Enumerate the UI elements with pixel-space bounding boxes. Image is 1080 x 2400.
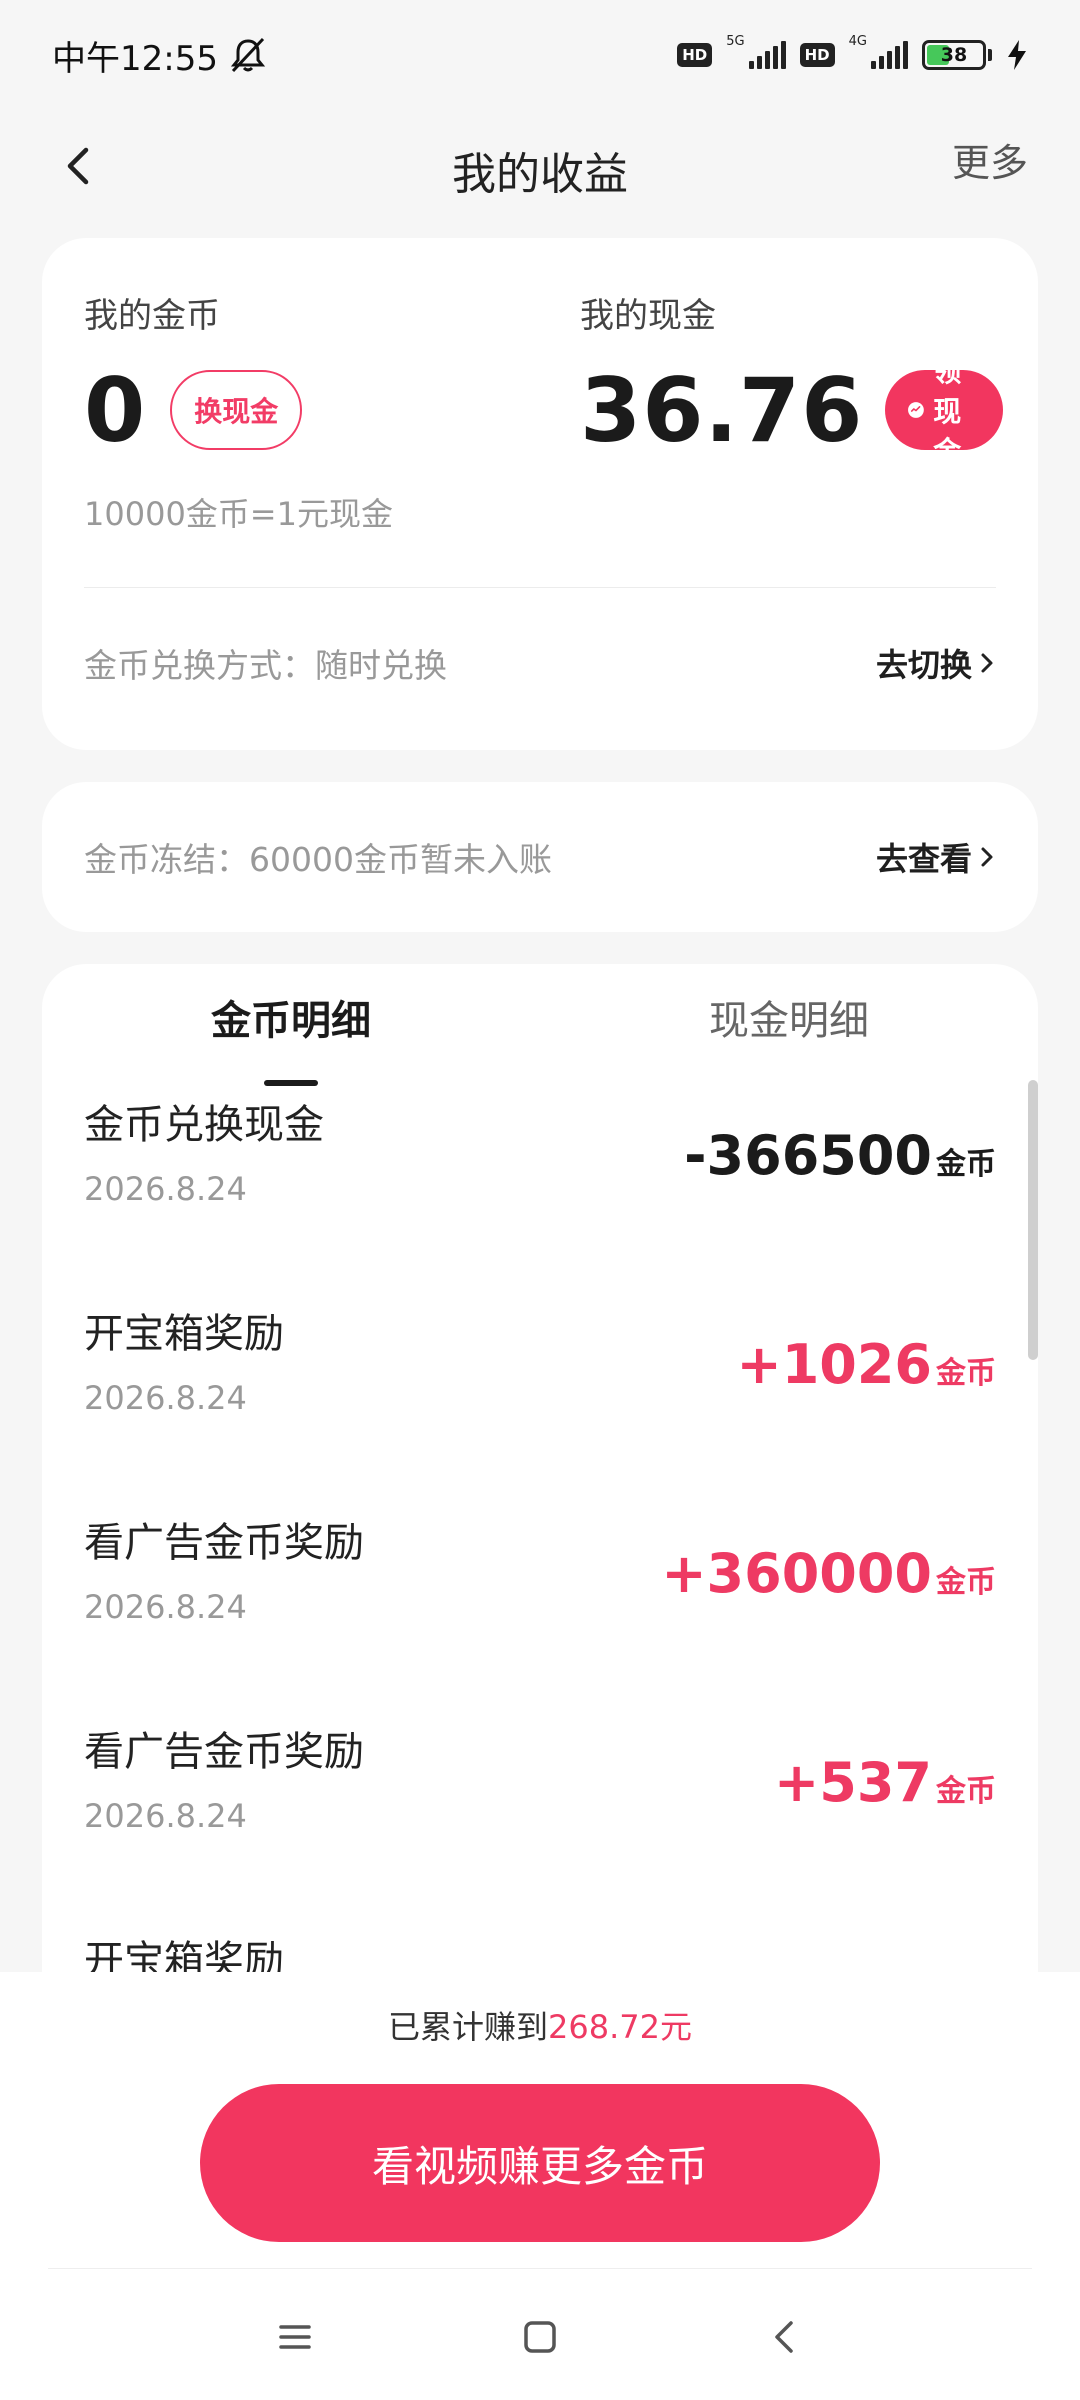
cash-value: 36.76 bbox=[580, 358, 864, 462]
record-amount-value: +360000 bbox=[661, 1542, 932, 1605]
record-date: 2026.8.24 bbox=[84, 1797, 247, 1835]
menu-button[interactable] bbox=[260, 2302, 330, 2372]
view-frozen-label: 去查看 bbox=[875, 840, 972, 878]
list-item[interactable]: 金币兑换现金 2026.8.24 -366500 金币 bbox=[42, 1084, 1038, 1293]
record-title: 看广告金币奖励 bbox=[84, 1729, 364, 1775]
more-button[interactable]: 更多 bbox=[952, 132, 1028, 187]
tab-cash-details[interactable]: 现金明细 bbox=[540, 988, 1038, 1084]
total-earned: 已累计赚到268.72元 bbox=[0, 2002, 1080, 2048]
status-bar: 中午12:55 HD 5G HD 4G 38 bbox=[0, 0, 1080, 110]
divider bbox=[48, 2268, 1032, 2269]
exchange-cash-button[interactable]: 换现金 bbox=[170, 370, 303, 450]
coins-label: 我的金币 bbox=[84, 296, 220, 336]
back-nav-button[interactable] bbox=[750, 2302, 820, 2372]
switch-mode-link[interactable]: 去切换 bbox=[876, 640, 996, 686]
record-title: 金币兑换现金 bbox=[84, 1102, 324, 1148]
tab-coin-details[interactable]: 金币明细 bbox=[42, 988, 540, 1086]
chevron-left-icon bbox=[775, 2321, 793, 2353]
scrollbar[interactable] bbox=[1028, 1080, 1038, 1360]
frozen-coins-text: 金币冻结：60000金币暂未入账 bbox=[84, 840, 552, 879]
record-amount-value: +1026 bbox=[736, 1333, 932, 1396]
record-date: 2026.8.24 bbox=[84, 1379, 247, 1417]
cash-label: 我的现金 bbox=[580, 296, 716, 336]
list-item[interactable]: 看广告金币奖励 2026.8.24 +537 金币 bbox=[42, 1711, 1038, 1920]
hd-badge: HD bbox=[677, 43, 713, 67]
network-type: 4G bbox=[848, 33, 867, 49]
exchange-rate: 10000金币=1元现金 bbox=[84, 495, 393, 533]
coins-balance: 我的金币 0 换现金 bbox=[84, 288, 540, 465]
record-amount-unit: 金币 bbox=[936, 1774, 996, 1809]
details-card: 金币明细 现金明细 金币兑换现金 2026.8.24 -366500 金币 开宝… bbox=[42, 964, 1038, 2064]
view-frozen-link[interactable]: 去查看 bbox=[876, 834, 996, 880]
menu-icon bbox=[279, 2325, 311, 2349]
record-amount: +1026 金币 bbox=[736, 1333, 996, 1396]
list-item[interactable]: 看广告金币奖励 2026.8.24 +360000 金币 bbox=[42, 1502, 1038, 1711]
back-button[interactable] bbox=[52, 136, 112, 196]
home-button[interactable] bbox=[505, 2302, 575, 2372]
charging-icon bbox=[1008, 40, 1026, 70]
record-title: 看广告金币奖励 bbox=[84, 1520, 364, 1566]
tab-label: 现金明细 bbox=[709, 998, 869, 1044]
record-amount-value: -366500 bbox=[684, 1124, 932, 1187]
watch-video-button[interactable]: 看视频赚更多金币 bbox=[200, 2084, 880, 2242]
exchange-mode-text: 金币兑换方式：随时兑换 bbox=[84, 646, 447, 685]
record-amount-unit: 金币 bbox=[936, 1147, 996, 1182]
list-item[interactable]: 开宝箱奖励 2026.8.24 +1026 金币 bbox=[42, 1293, 1038, 1502]
status-time: 中午12:55 bbox=[52, 38, 218, 79]
record-date: 2026.8.24 bbox=[84, 1170, 247, 1208]
page-title: 我的收益 bbox=[452, 149, 628, 200]
system-nav-bar bbox=[0, 2272, 1080, 2400]
hd-badge: HD bbox=[799, 43, 835, 67]
header: 我的收益 更多 bbox=[0, 110, 1080, 230]
record-title: 开宝箱奖励 bbox=[84, 1311, 284, 1357]
record-amount: -366500 金币 bbox=[684, 1124, 996, 1187]
withdraw-cash-label: 领现金 bbox=[933, 355, 962, 468]
total-earned-prefix: 已累计赚到 bbox=[388, 2008, 549, 2046]
mute-icon bbox=[230, 37, 266, 73]
battery-icon: 38 bbox=[922, 40, 986, 70]
signal-icon bbox=[748, 41, 786, 69]
withdraw-cash-button[interactable]: 领现金 bbox=[885, 355, 1004, 468]
balance-card: 我的金币 0 换现金 我的现金 36.76 领现金 10000金币=1元现金 金… bbox=[42, 238, 1038, 750]
record-amount: +360000 金币 bbox=[661, 1542, 996, 1605]
record-date: 2026.8.24 bbox=[84, 1588, 247, 1626]
signal-icon bbox=[871, 41, 908, 69]
cash-balance: 我的现金 36.76 领现金 bbox=[540, 288, 1004, 468]
record-amount-value: +537 bbox=[774, 1751, 932, 1814]
record-amount: +537 金币 bbox=[774, 1751, 996, 1814]
total-earned-amount: 268.72元 bbox=[548, 2008, 692, 2046]
frozen-coins-card: 金币冻结：60000金币暂未入账 去查看 bbox=[42, 782, 1038, 932]
wallet-icon bbox=[908, 402, 925, 418]
exchange-mode-row: 金币兑换方式：随时兑换 去切换 bbox=[42, 588, 1038, 738]
details-tabs: 金币明细 现金明细 bbox=[42, 964, 1038, 1086]
record-amount-unit: 金币 bbox=[936, 1565, 996, 1600]
record-amount-unit: 金币 bbox=[936, 1356, 996, 1391]
tab-label: 金币明细 bbox=[211, 998, 371, 1044]
switch-mode-label: 去切换 bbox=[875, 646, 972, 684]
coins-value: 0 bbox=[84, 358, 147, 462]
chevron-left-icon bbox=[67, 147, 89, 185]
chevron-right-icon bbox=[981, 653, 993, 673]
chevron-right-icon bbox=[981, 847, 993, 867]
network-type: 5G bbox=[726, 33, 745, 49]
battery-level: 38 bbox=[940, 44, 968, 66]
bottom-panel: 已累计赚到268.72元 看视频赚更多金币 bbox=[0, 1972, 1080, 2400]
home-icon bbox=[524, 2321, 556, 2353]
